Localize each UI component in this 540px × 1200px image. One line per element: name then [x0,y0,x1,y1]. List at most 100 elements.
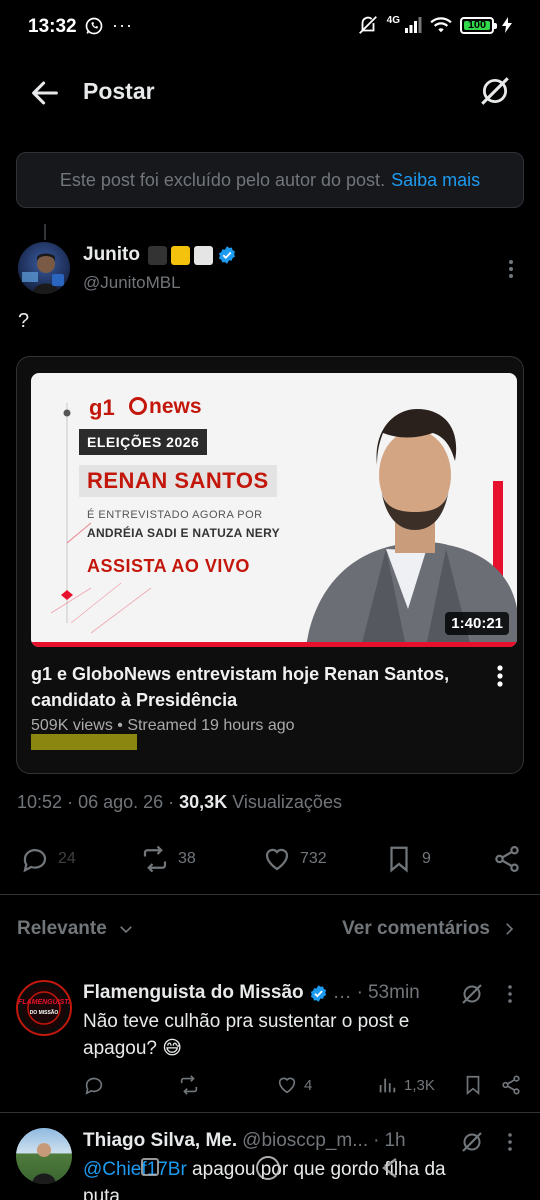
reply-text: Não teve culhão pra sustentar o post e a… [83,1011,410,1059]
deleted-post-notice: Este post foi excluído pelo autor do pos… [16,152,524,208]
video-meta-highlight [31,734,137,750]
verified-badge-icon [310,984,326,1002]
signal-icon [405,17,422,33]
video-menu-icon[interactable] [493,663,507,689]
bookmark-button[interactable]: 9 [384,844,431,874]
more-options-icon[interactable] [502,256,520,282]
more-options-icon[interactable] [502,982,518,1006]
watch-live-text: ASSISTA AO VIVO [87,556,250,576]
home-nav-button[interactable] [256,1156,280,1180]
grok-icon[interactable] [460,982,484,1006]
network-type: 4G [386,14,400,26]
author-name-row[interactable]: Junito [83,244,237,266]
back-nav-button[interactable] [378,1156,400,1180]
heart-icon [278,1077,296,1094]
author-avatar[interactable] [18,242,70,294]
reply-reply-button[interactable] [83,1074,105,1096]
black-square-emoji [148,245,167,265]
view-comments-label: Ver comentários [342,918,490,939]
share-icon [502,1075,520,1095]
repost-count: 38 [178,850,196,867]
view-comments-link[interactable]: Ver comentários [342,918,518,940]
reply-button[interactable]: 24 [20,844,76,874]
thumbnail-subtitle-2: ANDRÉIA SADI E NATUZA NERY [87,526,280,540]
battery-level: 100 [467,19,487,31]
candidate-name: RENAN SANTOS [79,465,277,497]
views-label[interactable]: Visualizações [232,792,342,812]
charging-icon [502,17,512,33]
battery-icon: 100 [460,16,497,34]
reply-views-button[interactable]: 1,3K [376,1074,435,1096]
reply-icon [23,849,47,873]
video-title[interactable]: g1 e GloboNews entrevistam hoje Renan Sa… [31,661,481,713]
deleted-notice-text: Este post foi excluído pelo autor do pos… [59,169,386,190]
views-count: 30,3K [179,792,228,812]
repost-button[interactable]: 38 [140,844,196,874]
thumbnail-subtitle-1: É ENTREVISTADO AGORA POR [87,509,263,521]
verified-badge-icon [219,246,235,264]
author-handle[interactable]: @JunitoMBL [83,273,181,293]
reply-handle: … [332,982,352,1003]
reply-repost-button[interactable] [178,1074,200,1096]
reply-avatar[interactable]: FLAMENGUISTA DO MISSÃO [16,980,72,1036]
sort-label: Relevante [17,918,107,939]
video-meta: 509K views • Streamed 19 hours ago [31,717,295,734]
reply-bookmark-button[interactable] [462,1074,484,1096]
g1-logo: g1 [89,395,115,420]
reply-like-count: 4 [304,1076,313,1094]
analytics-icon [379,1078,396,1093]
globonews-circle-icon [129,397,147,415]
video-duration: 1:40:21 [445,612,509,635]
reply-author-name[interactable]: Flamenguista do Missão [83,982,304,1004]
share-button[interactable] [492,844,522,874]
page-title: Postar [83,78,155,104]
video-thumbnail[interactable]: g1 news ELEIÇÕES 2026 RENAN SANTOS É ENT… [31,373,517,647]
separator-dot: · [356,982,363,1003]
reply-header: Flamenguista do Missão … · 53min [83,982,420,1004]
grok-icon[interactable] [478,74,512,108]
reply-icon [85,1077,103,1095]
whatsapp-icon [85,17,103,34]
video-embed-card[interactable]: g1 news ELEIÇÕES 2026 RENAN SANTOS É ENT… [16,356,524,774]
reply-time: 53min [367,982,420,1003]
reply-view-count: 1,3K [404,1076,435,1094]
post-actions-bar: 24 38 732 9 [0,836,540,880]
system-navigation-bar [0,1148,540,1200]
election-tag: ELEIÇÕES 2026 [79,429,208,455]
status-time: 13:32 [28,16,77,37]
status-left-icons: ··· [84,15,133,36]
recents-nav-button[interactable] [141,1158,159,1176]
separator-dot: · [67,792,79,812]
repost-icon [143,845,167,873]
reply-share-button[interactable] [500,1074,522,1096]
status-bar: 13:32 ··· 4G 100 [0,0,540,56]
reply-avatar-text: FLAMENGUISTA [18,999,72,1006]
reply-count: 24 [58,850,76,867]
thumbnail-progress-bar [31,642,517,647]
replies-sort-row: Relevante Ver comentários [0,912,540,948]
sort-dropdown[interactable]: Relevante [17,918,135,940]
bookmark-count: 9 [422,850,431,867]
heart-icon [265,848,289,871]
post-time: 10:52 [17,792,63,812]
white-square-emoji [194,245,213,265]
more-notifications-icon: ··· [112,15,133,35]
thread-line [44,224,46,240]
yellow-square-emoji [171,245,190,265]
chevron-down-icon [119,926,132,934]
bookmark-icon [390,846,408,873]
wifi-icon [430,17,452,33]
back-arrow-icon[interactable] [28,76,62,110]
post-text: ? [18,310,30,332]
status-right-icons: 4G 100 [357,14,512,36]
share-icon [495,846,519,872]
top-app-bar: Postar [0,60,540,124]
learn-more-link[interactable]: Saiba mais [391,170,480,191]
repost-icon [180,1075,198,1095]
like-button[interactable]: 732 [262,844,327,874]
bookmark-icon [466,1075,480,1096]
divider [0,894,540,895]
reply-item[interactable]: FLAMENGUISTA DO MISSÃO Flamenguista do M… [0,966,540,1112]
reply-like-button[interactable]: 4 [276,1074,312,1096]
mute-icon [358,16,377,34]
